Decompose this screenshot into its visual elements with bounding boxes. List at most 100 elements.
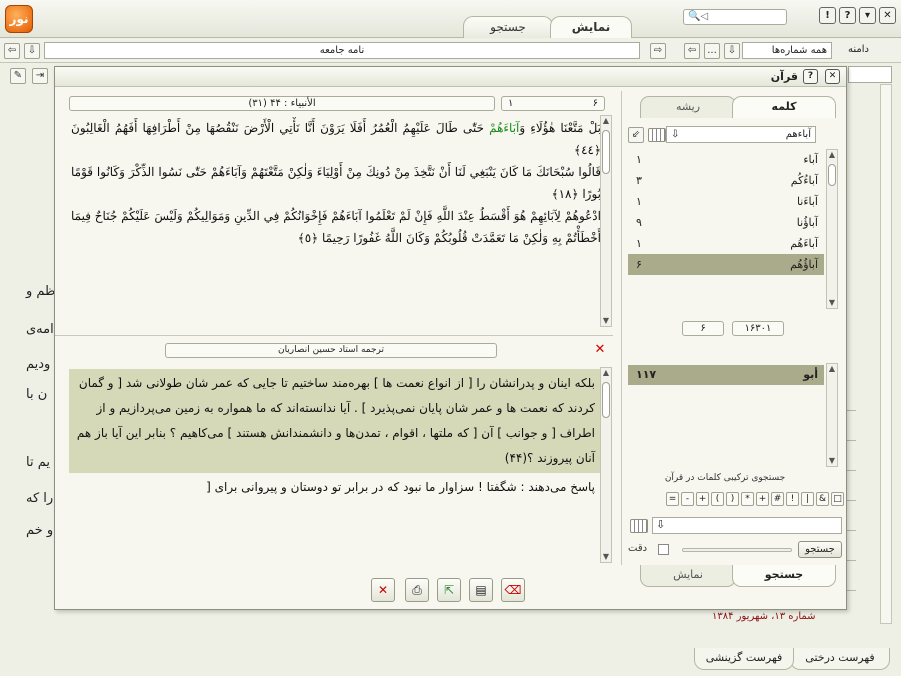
help-button[interactable]: ? <box>839 7 856 24</box>
list-item[interactable]: آباؤُنا ۹ <box>628 212 824 233</box>
tab-word[interactable]: کلمه <box>732 96 836 118</box>
operator-button[interactable]: = <box>666 492 679 506</box>
keyboard-icon[interactable] <box>648 128 666 142</box>
copy-button[interactable]: ▤ <box>469 578 493 602</box>
tab-display-bottom[interactable]: نمایش <box>640 565 736 587</box>
tree-line <box>846 530 856 531</box>
operator-button[interactable]: + <box>696 492 709 506</box>
operator-button[interactable]: - <box>681 492 694 506</box>
insert-button[interactable]: ⇱ <box>437 578 461 602</box>
tab-search-bottom[interactable]: جستجو <box>732 565 836 587</box>
verse-44: بَلْ مَتَّعْنَا هٰؤُلَاءِ وَآبَاءَهُمْ ح… <box>71 121 601 157</box>
translation-next: پاسخ می‌دهند : شگفتا ! سزاوار ما نبود که… <box>206 480 595 494</box>
scroll-up-icon[interactable]: ▲ <box>601 368 611 378</box>
operator-button[interactable]: + <box>756 492 769 506</box>
word-search-panel: ریشه کلمه ⇙ آباءهم ⇩ آباء ۱ آباءُکُم ۳ آباء… <box>621 91 845 587</box>
bg-text-line: امه‌ی <box>26 322 54 337</box>
top-search-input[interactable]: ◁ 🔍 <box>683 9 787 25</box>
clear-button[interactable]: ⌫ <box>501 578 525 602</box>
print-button[interactable]: ⎙ <box>405 578 429 602</box>
operator-button[interactable]: & <box>816 492 829 506</box>
compound-search-input[interactable]: ⇩ <box>652 517 842 534</box>
address-bar: ⇦ ⇩ نامه جامعه ⇨ ⇦ ... ⇩ همه شماره‌ها دا… <box>0 39 901 63</box>
minimize-button[interactable]: ▾ <box>859 7 876 24</box>
scroll-up-icon[interactable]: ▲ <box>601 116 611 126</box>
scroll-thumb[interactable] <box>828 164 836 186</box>
delete-button[interactable]: ✕ <box>371 578 395 602</box>
tab-selective-list[interactable]: فهرست گزینشی <box>694 648 794 670</box>
forward-arrow-icon[interactable]: ⇨ <box>650 43 666 59</box>
tab-display[interactable]: نمایش <box>550 16 632 38</box>
list-item[interactable]: آباءَنا ۱ <box>628 191 824 212</box>
dropdown-icon[interactable]: ⇩ <box>671 127 679 142</box>
tab-search[interactable]: جستجو <box>463 16 553 38</box>
scroll-up-icon[interactable]: ▲ <box>827 150 837 160</box>
tree-scrollbar[interactable] <box>880 84 892 624</box>
export-icon[interactable]: ⇥ <box>32 68 48 84</box>
dialog-close-button[interactable]: ✕ <box>825 69 840 84</box>
list-item[interactable]: آباء ۱ <box>628 149 824 170</box>
verse-5: ادْعُوهُمْ لِآبَائِهِمْ هُوَ أَقْسَطُ عِ… <box>71 209 601 245</box>
keyboard-icon[interactable] <box>630 519 648 533</box>
tree-line <box>846 590 856 591</box>
scroll-up-icon[interactable]: ▲ <box>827 364 837 374</box>
list-item-selected[interactable]: آباؤُهُم ۶ <box>628 254 824 275</box>
nav-back-icon[interactable]: ⇦ <box>684 43 700 59</box>
root-result-item[interactable]: أبو ۱۱۷ <box>628 365 824 385</box>
back-icon[interactable]: ⇙ <box>628 127 644 143</box>
dropdown-icon[interactable]: ⇩ <box>24 43 40 59</box>
highlighted-word: آبَاءَهُمْ <box>489 121 520 135</box>
scroll-down-icon[interactable]: ▼ <box>827 456 837 466</box>
scroll-down-icon[interactable]: ▼ <box>827 298 837 308</box>
operator-button[interactable]: ( <box>726 492 739 506</box>
accuracy-slider[interactable] <box>682 548 792 552</box>
tab-tree-list[interactable]: فهرست درختی <box>790 648 890 670</box>
scroll-down-icon[interactable]: ▼ <box>601 552 611 562</box>
operator-button[interactable]: □ <box>831 492 844 506</box>
side-search-input[interactable] <box>848 66 892 83</box>
translation-scrollbar[interactable]: ▲ ▼ <box>600 367 612 563</box>
scroll-thumb[interactable] <box>602 130 610 174</box>
back-arrow-icon[interactable]: ⇦ <box>4 43 20 59</box>
more-button[interactable]: ... <box>704 43 720 59</box>
search-icon: 🔍 <box>688 11 701 22</box>
tree-line <box>846 440 856 441</box>
operator-button[interactable]: ! <box>786 492 799 506</box>
operator-button[interactable]: # <box>771 492 784 506</box>
accuracy-checkbox[interactable] <box>658 544 669 555</box>
page-indicator[interactable]: ۱ ۶ <box>501 96 605 111</box>
list-item[interactable]: آباءَهُم ۱ <box>628 233 824 254</box>
operator-button[interactable]: * <box>741 492 754 506</box>
tool-icon[interactable]: ✎ <box>10 68 26 84</box>
operator-buttons: □ & | ! # + * ( ) + - = <box>628 492 844 509</box>
word-list: آباء ۱ آباءُکُم ۳ آباءَنا ۱ آباؤُنا ۹ آباءَه… <box>628 149 824 311</box>
verse-reference: (۳۱) الأنبياء : ۴۴ <box>69 96 495 111</box>
scope-select[interactable]: همه شماره‌ها <box>742 42 832 59</box>
address-field[interactable]: نامه جامعه <box>44 42 640 59</box>
list-item[interactable]: آباءُکُم ۳ <box>628 170 824 191</box>
word-list-scrollbar[interactable]: ▲ ▼ <box>826 149 838 309</box>
scroll-thumb[interactable] <box>602 382 610 418</box>
dialog-help-button[interactable]: ? <box>803 69 818 84</box>
translation-title: ترجمه استاد حسین انصاریان <box>165 343 497 358</box>
word-input[interactable]: آباءهم ⇩ <box>666 126 816 143</box>
translation-text: بلکه اینان و پدرانشان را [ از انواع نعمت… <box>69 369 601 559</box>
dialog-title: قرآن <box>770 70 798 83</box>
occurrence-index: ۶ <box>682 321 724 336</box>
verse-18: قَالُوا سُبْحَانَكَ مَا كَانَ يَنْبَغِي … <box>71 165 601 201</box>
tree-item-issue[interactable]: شماره ۱۳، شهریور ۱۳۸۴ <box>712 611 816 622</box>
close-button[interactable]: ✕ <box>879 7 896 24</box>
pane-splitter[interactable] <box>55 335 613 336</box>
verses-scrollbar[interactable]: ▲ ▼ <box>600 115 612 327</box>
close-translation-icon[interactable]: ✕ <box>593 343 607 357</box>
quran-verses: بَلْ مَتَّعْنَا هٰؤُلَاءِ وَآبَاءَهُمْ ح… <box>71 117 601 322</box>
scroll-down-icon[interactable]: ▼ <box>601 316 611 326</box>
scope-dropdown-icon[interactable]: ⇩ <box>724 43 740 59</box>
result-scrollbar[interactable]: ▲ ▼ <box>826 363 838 467</box>
alert-icon[interactable]: ! <box>819 7 836 24</box>
tab-root[interactable]: ریشه <box>640 96 736 118</box>
operator-button[interactable]: ) <box>711 492 724 506</box>
search-button[interactable]: جستجو <box>798 541 842 558</box>
dropdown-icon[interactable]: ⇩ <box>656 518 665 531</box>
operator-button[interactable]: | <box>801 492 814 506</box>
